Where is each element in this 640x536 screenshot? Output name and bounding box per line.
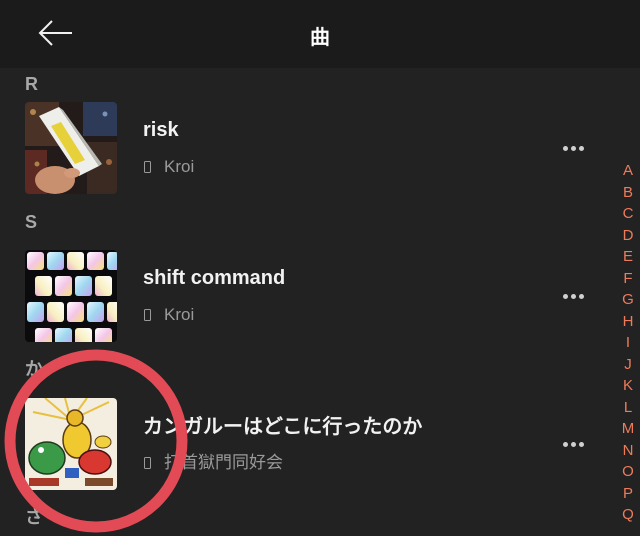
section-header-ka: か — [25, 359, 43, 380]
section-header-sa: さ — [25, 507, 43, 528]
back-button[interactable] — [30, 13, 82, 53]
index-letter[interactable]: N — [616, 440, 640, 462]
device-icon — [144, 309, 151, 321]
index-letter[interactable]: F — [616, 268, 640, 290]
album-art — [25, 398, 117, 490]
artist-name: Kroi — [164, 305, 195, 324]
album-art — [25, 102, 117, 194]
index-letter[interactable]: G — [616, 289, 640, 311]
song-subtitle: Kroi — [143, 305, 443, 325]
device-icon — [144, 457, 151, 469]
index-letter[interactable]: L — [616, 397, 640, 419]
index-letter[interactable]: C — [616, 203, 640, 225]
index-letter[interactable]: J — [616, 354, 640, 376]
index-letter[interactable]: D — [616, 225, 640, 247]
index-letter[interactable]: P — [616, 483, 640, 505]
index-letter[interactable]: H — [616, 311, 640, 333]
index-letter[interactable]: K — [616, 375, 640, 397]
artist-name: 打首獄門同好会 — [164, 453, 283, 473]
section-header-r: R — [25, 74, 38, 94]
song-title: shift command — [143, 267, 286, 289]
album-art — [25, 250, 117, 342]
song-subtitle: 打首獄門同好会 — [143, 453, 443, 473]
more-dot — [570, 293, 576, 299]
song-title: risk — [143, 119, 179, 141]
index-letter[interactable]: M — [616, 418, 640, 440]
more-dot — [570, 441, 576, 447]
more-dot — [570, 145, 576, 151]
more-dot — [578, 293, 584, 299]
song-row-shift-command[interactable]: shift command Kroi — [0, 250, 600, 342]
section-header-s: S — [25, 212, 38, 232]
more-options-button[interactable] — [556, 136, 590, 160]
more-dots-icon — [562, 441, 568, 447]
more-options-button[interactable] — [556, 284, 590, 308]
index-letter[interactable]: Q — [616, 504, 640, 526]
more-dot — [578, 145, 584, 151]
song-subtitle: Kroi — [143, 157, 443, 177]
index-letter[interactable]: I — [616, 332, 640, 354]
index-letter[interactable]: O — [616, 461, 640, 483]
artist-name: Kroi — [164, 157, 195, 176]
arrow-left-icon — [38, 20, 72, 46]
song-row-risk[interactable]: risk Kroi — [0, 102, 600, 194]
more-dot — [578, 441, 584, 447]
index-letter[interactable]: B — [616, 182, 640, 204]
song-row-kangaroo[interactable]: カンガルーはどこに行ったのか 打首獄門同好会 — [0, 398, 600, 490]
top-bar: 曲 — [0, 0, 640, 68]
index-letter[interactable]: E — [616, 246, 640, 268]
more-dots-icon — [562, 145, 568, 151]
index-letter[interactable]: A — [616, 160, 640, 182]
more-dots-icon — [562, 293, 568, 299]
page-title: 曲 — [310, 25, 330, 49]
song-title: カンガルーはどこに行ったのか — [143, 414, 423, 438]
more-options-button[interactable] — [556, 432, 590, 456]
alphabet-index[interactable]: A B C D E F G H I J K L M N O P Q — [616, 160, 640, 526]
device-icon — [144, 161, 151, 173]
